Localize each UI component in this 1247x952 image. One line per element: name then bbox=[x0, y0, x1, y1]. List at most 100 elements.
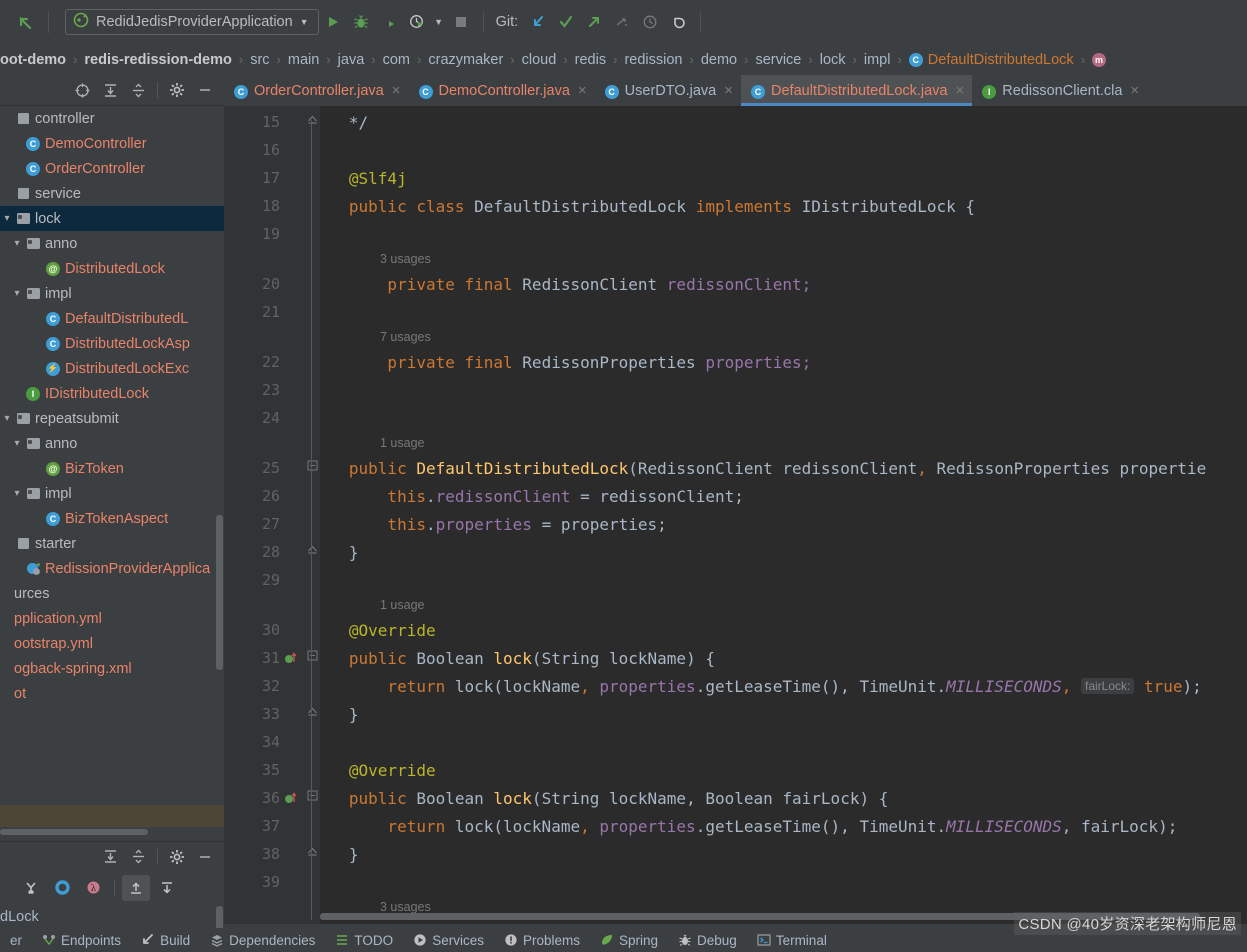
code-line[interactable]: return lock(lockName, properties .getLeas… bbox=[320, 812, 1177, 840]
tree-node-pplication-yml[interactable]: pplication.yml bbox=[0, 606, 224, 631]
editor-tab-ordercontroller-java[interactable]: C OrderController.java × bbox=[224, 75, 409, 106]
collapse-all-icon[interactable] bbox=[125, 844, 151, 870]
code-line[interactable]: } bbox=[320, 538, 359, 566]
code-line[interactable]: } bbox=[320, 840, 359, 868]
status-bar-debug-button[interactable]: Debug bbox=[668, 928, 747, 952]
breadcrumb-item[interactable]: oot-demo bbox=[0, 52, 66, 68]
code-editor[interactable]: 15 16 17 18 19 20 21 22 23 24 25 26 27 28 29 30 31 32 33 34… bbox=[224, 106, 1247, 924]
chevron-down-icon[interactable]: ▾ bbox=[10, 438, 24, 449]
usage-hint[interactable]: 7 usages bbox=[380, 326, 431, 348]
status-bar-todo-button[interactable]: TODO bbox=[325, 928, 403, 952]
git-rollback-button[interactable] bbox=[664, 8, 692, 36]
chevron-down-icon[interactable]: ▾ bbox=[10, 288, 24, 299]
tree-node-service[interactable]: service bbox=[0, 181, 224, 206]
code-line[interactable]: */ bbox=[320, 108, 368, 136]
code-folding-marker[interactable] bbox=[304, 454, 320, 482]
breadcrumb-item[interactable]: impl bbox=[864, 52, 891, 68]
code-line[interactable]: } bbox=[320, 700, 359, 728]
status-bar-spring-button[interactable]: Spring bbox=[590, 928, 668, 952]
tree-node-redissionproviderapplica[interactable]: RedissionProviderApplica bbox=[0, 556, 224, 581]
breadcrumb-item[interactable]: redis-redission-demo bbox=[84, 52, 231, 68]
chevron-down-icon[interactable]: ▾ bbox=[10, 238, 24, 249]
usage-hint[interactable]: 1 usage bbox=[380, 432, 424, 454]
status-bar-problems-button[interactable]: Problems bbox=[494, 928, 590, 952]
code-line[interactable]: public DefaultDistributedLock(RedissonCl… bbox=[320, 454, 1206, 482]
code-folding-marker[interactable] bbox=[304, 784, 320, 812]
tree-node-defaultdistributedl[interactable]: C DefaultDistributedL bbox=[0, 306, 224, 331]
code-line[interactable]: @Override bbox=[320, 616, 436, 644]
tree-node-distributedlock[interactable]: @ DistributedLock bbox=[0, 256, 224, 281]
tree-node-biztoken[interactable]: @ BizToken bbox=[0, 456, 224, 481]
status-bar-endpoints-button[interactable]: Endpoints bbox=[32, 928, 131, 952]
chevron-down-icon[interactable]: ▼ bbox=[300, 17, 309, 27]
select-opened-file-icon[interactable] bbox=[69, 77, 95, 103]
code-line[interactable]: public class DefaultDistributedLock impl… bbox=[320, 192, 975, 220]
code-line[interactable]: this. properties = properties; bbox=[320, 510, 666, 538]
back-arrow-icon[interactable] bbox=[10, 7, 40, 37]
close-icon[interactable]: × bbox=[1130, 82, 1139, 99]
tree-node-anno[interactable]: ▾ anno bbox=[0, 431, 224, 456]
show-lambdas-icon[interactable]: λ bbox=[79, 875, 107, 901]
close-icon[interactable]: × bbox=[956, 82, 965, 99]
git-push-button[interactable] bbox=[580, 8, 608, 36]
code-line[interactable]: this. redissonClient = redissonClient; bbox=[320, 482, 743, 510]
profiler-dropdown-caret[interactable]: ▼ bbox=[431, 8, 447, 36]
tree-node-impl[interactable]: ▾ impl bbox=[0, 281, 224, 306]
tree-node-ot[interactable]: ot bbox=[0, 681, 224, 706]
chevron-down-icon[interactable]: ▾ bbox=[0, 213, 14, 224]
tree-node-impl[interactable]: ▾ impl bbox=[0, 481, 224, 506]
editor-gutter[interactable]: 15 16 17 18 19 20 21 22 23 24 25 26 27 28 29 30 31 32 33 34… bbox=[224, 106, 304, 924]
expand-all-icon[interactable] bbox=[97, 844, 123, 870]
run-button[interactable] bbox=[319, 8, 347, 36]
chevron-down-icon[interactable]: ▾ bbox=[0, 413, 14, 424]
scroll-from-source-icon[interactable] bbox=[122, 874, 150, 901]
expand-all-icon[interactable] bbox=[97, 77, 123, 103]
breadcrumb-item[interactable]: service bbox=[755, 52, 801, 68]
breadcrumb-item[interactable]: C DefaultDistributedLock bbox=[908, 52, 1074, 68]
scroll-to-source-icon[interactable] bbox=[153, 875, 181, 901]
code-folding-marker[interactable] bbox=[304, 538, 320, 566]
tree-node-ogback-spring-xml[interactable]: ogback-spring.xml bbox=[0, 656, 224, 681]
chevron-down-icon[interactable]: ▾ bbox=[10, 488, 24, 499]
status-bar-er-button[interactable]: er bbox=[0, 928, 32, 952]
code-folding-marker[interactable] bbox=[304, 644, 320, 672]
tree-node-controller[interactable]: controller bbox=[0, 106, 224, 131]
breadcrumb-item[interactable]: lock bbox=[820, 52, 846, 68]
run-with-coverage-button[interactable] bbox=[375, 8, 403, 36]
breadcrumb-item[interactable]: redission bbox=[624, 52, 682, 68]
code-line[interactable]: private final RedissonProperties propert… bbox=[320, 348, 811, 376]
stop-button[interactable] bbox=[447, 8, 475, 36]
editor-tab-redissonclient-cla[interactable]: I RedissonClient.cla × bbox=[972, 75, 1147, 106]
editor-tab-defaultdistributedlock-java[interactable]: C DefaultDistributedLock.java × bbox=[741, 75, 973, 106]
usage-hint[interactable]: 1 usage bbox=[380, 594, 424, 616]
breadcrumb-item[interactable]: cloud bbox=[522, 52, 557, 68]
editor-fold-column[interactable] bbox=[304, 106, 320, 924]
tree-node-starter[interactable]: starter bbox=[0, 531, 224, 556]
close-icon[interactable]: × bbox=[392, 82, 401, 99]
code-line[interactable]: @Slf4j bbox=[320, 164, 407, 192]
overriding-method-icon[interactable] bbox=[284, 784, 302, 812]
git-update-project-button[interactable] bbox=[524, 8, 552, 36]
breadcrumb-item[interactable]: redis bbox=[575, 52, 606, 68]
code-line[interactable]: return lock(lockName, properties .getLeas… bbox=[320, 672, 1201, 700]
project-tree[interactable]: controller C DemoController C OrderControlle… bbox=[0, 106, 224, 805]
git-history-clock-icon[interactable] bbox=[636, 8, 664, 36]
editor-tab-democontroller-java[interactable]: C DemoController.java × bbox=[409, 75, 595, 106]
run-configuration-selector[interactable]: RedidJedisProviderApplication ▼ bbox=[65, 9, 319, 35]
tree-node-anno[interactable]: ▾ anno bbox=[0, 231, 224, 256]
breadcrumb-item[interactable]: m bbox=[1092, 52, 1111, 68]
breadcrumb-item[interactable]: java bbox=[338, 52, 365, 68]
hide-panel-icon[interactable] bbox=[192, 77, 218, 103]
overriding-method-icon[interactable] bbox=[284, 644, 302, 672]
close-icon[interactable]: × bbox=[724, 82, 733, 99]
structure-list-item[interactable]: dLock bbox=[0, 904, 224, 929]
tree-node-ordercontroller[interactable]: C OrderController bbox=[0, 156, 224, 181]
hide-panel-icon[interactable] bbox=[192, 844, 218, 870]
gear-icon[interactable] bbox=[164, 77, 190, 103]
code-line[interactable]: public Boolean lock(String lockName) { bbox=[320, 644, 715, 672]
show-inherited-icon[interactable] bbox=[17, 875, 45, 901]
status-bar-dependencies-button[interactable]: Dependencies bbox=[200, 928, 325, 952]
close-icon[interactable]: × bbox=[578, 82, 587, 99]
git-stash-button[interactable] bbox=[608, 8, 636, 36]
breadcrumb-item[interactable]: com bbox=[383, 52, 410, 68]
